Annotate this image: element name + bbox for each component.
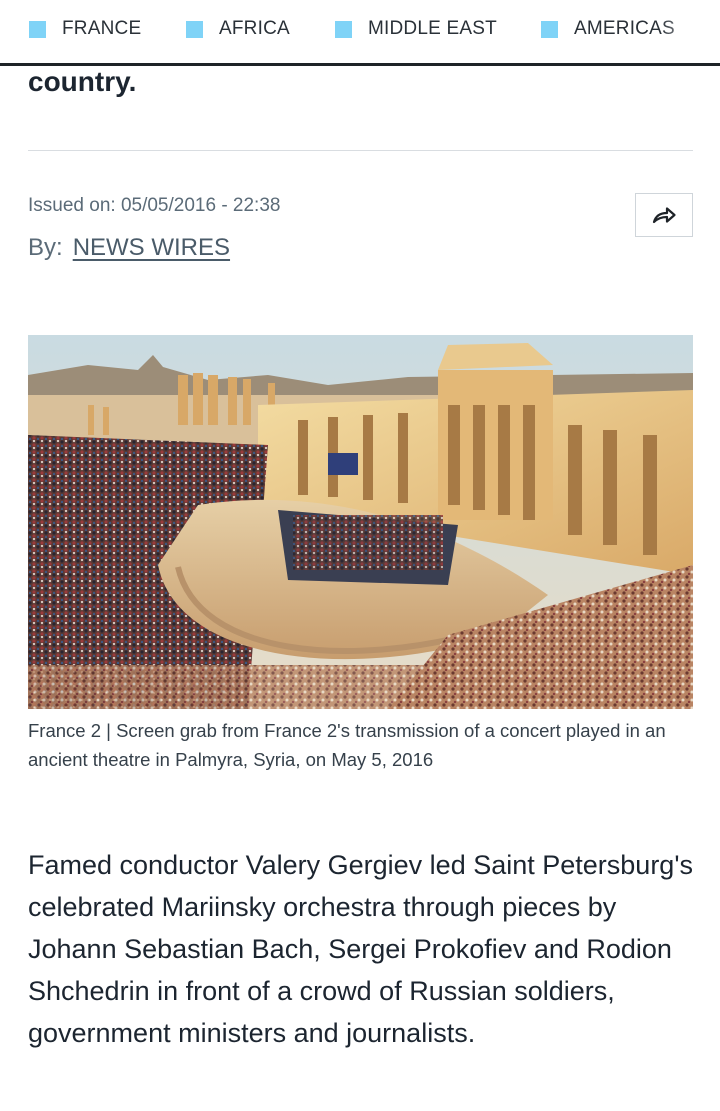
nav-item-middle-east[interactable]: MIDDLE EAST [335, 17, 497, 41]
share-arrow-icon [652, 207, 676, 224]
image-caption: France 2 | Screen grab from France 2's t… [28, 720, 666, 770]
nav-item-africa[interactable]: AFRICA [186, 17, 290, 41]
palmyra-theatre-image [28, 335, 693, 709]
nav-item-france[interactable]: FRANCE [29, 17, 141, 41]
byline: By: NEWS WIRES [28, 234, 230, 262]
article-image[interactable] [28, 335, 693, 709]
nav-item-label: AFRICA [219, 18, 290, 39]
author-link[interactable]: NEWS WIRES [73, 234, 230, 261]
nav-item-label: MIDDLE EAST [368, 18, 497, 39]
nav-square-icon [335, 20, 352, 38]
share-button[interactable] [635, 193, 693, 237]
divider [28, 150, 693, 151]
section-nav: FRANCE AFRICA MIDDLE EAST AMERICAS [0, 0, 720, 66]
nav-square-icon [541, 20, 558, 38]
nav-square-icon [186, 20, 203, 38]
nav-item-americas[interactable]: AMERICAS [541, 17, 675, 41]
article-headline: country. [28, 66, 137, 97]
byline-label: By: [28, 234, 63, 261]
nav-square-icon [29, 20, 46, 38]
nav-scroll-fade [660, 0, 720, 63]
issued-date: Issued on: 05/05/2016 - 22:38 [28, 195, 281, 216]
nav-item-label: FRANCE [62, 18, 142, 39]
article-paragraph: Famed conductor Valery Gergiev led Saint… [28, 850, 693, 1048]
